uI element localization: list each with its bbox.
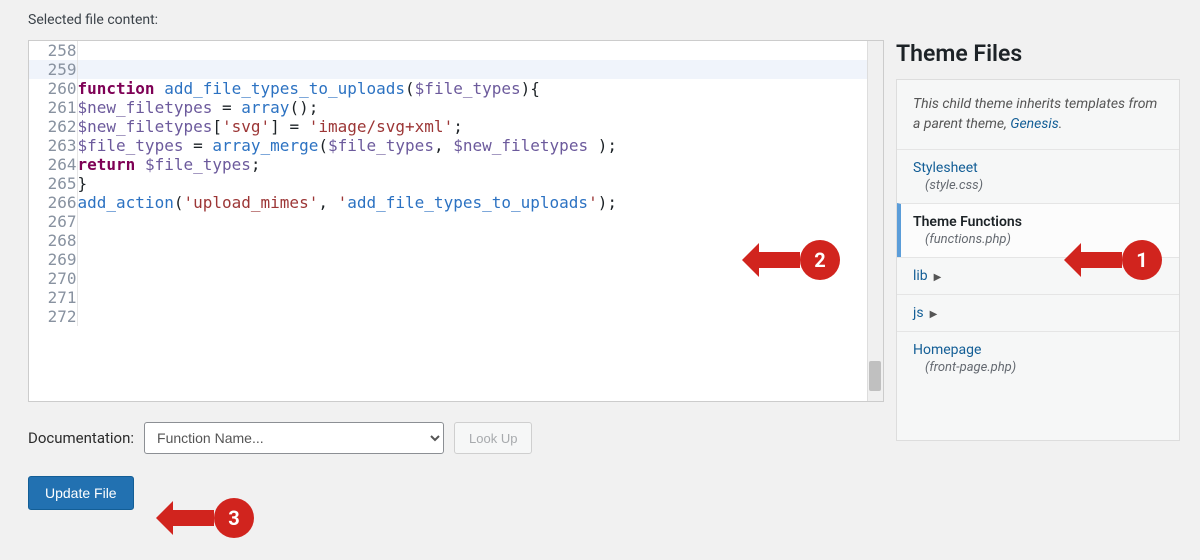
line-number: 271 [29, 288, 77, 307]
file-item-sub: (functions.php) [925, 232, 1163, 247]
code-content[interactable] [77, 231, 883, 250]
code-content[interactable]: function add_file_types_to_uploads($file… [77, 79, 883, 98]
line-number: 259 [29, 60, 77, 79]
code-line[interactable]: 269 [29, 250, 883, 269]
line-number: 270 [29, 269, 77, 288]
file-item-sub: (style.css) [925, 178, 1163, 193]
code-content[interactable]: $file_types = array_merge($file_types, $… [77, 136, 883, 155]
code-editor[interactable]: 258259260function add_file_types_to_uplo… [28, 40, 884, 402]
selected-file-label: Selected file content: [28, 12, 1180, 28]
code-content[interactable] [77, 288, 883, 307]
line-number: 272 [29, 307, 77, 326]
code-content[interactable]: $new_filetypes['svg'] = 'image/svg+xml'; [77, 117, 883, 136]
line-number: 261 [29, 98, 77, 117]
code-line[interactable]: 264return $file_types; [29, 155, 883, 174]
file-item-label: js [913, 305, 924, 321]
code-line[interactable]: 267 [29, 212, 883, 231]
code-line[interactable]: 261$new_filetypes = array(); [29, 98, 883, 117]
theme-files-heading: Theme Files [896, 40, 1180, 67]
code-line[interactable]: 262$new_filetypes['svg'] = 'image/svg+xm… [29, 117, 883, 136]
update-file-button[interactable]: Update File [28, 476, 134, 510]
theme-files-panel: This child theme inherits templates from… [896, 79, 1180, 441]
code-content[interactable] [77, 307, 883, 326]
code-line[interactable]: 268 [29, 231, 883, 250]
code-line[interactable]: 259 [29, 60, 883, 79]
code-line[interactable]: 260function add_file_types_to_uploads($f… [29, 79, 883, 98]
code-line[interactable]: 271 [29, 288, 883, 307]
code-content[interactable] [77, 212, 883, 231]
line-number: 267 [29, 212, 77, 231]
code-content[interactable] [77, 60, 883, 79]
file-item-sub: (front-page.php) [925, 360, 1163, 375]
theme-file-item[interactable]: Stylesheet (style.css) [897, 149, 1179, 203]
code-line[interactable]: 258 [29, 41, 883, 60]
code-content[interactable]: return $file_types; [77, 155, 883, 174]
line-number: 268 [29, 231, 77, 250]
documentation-label: Documentation: [28, 429, 134, 447]
file-item-label: Theme Functions [913, 214, 1022, 230]
look-up-button[interactable]: Look Up [454, 422, 532, 454]
code-line[interactable]: 265} [29, 174, 883, 193]
code-line[interactable]: 263$file_types = array_merge($file_types… [29, 136, 883, 155]
code-content[interactable] [77, 269, 883, 288]
line-number: 260 [29, 79, 77, 98]
code-lines: 258259260function add_file_types_to_uplo… [29, 41, 883, 326]
theme-file-item[interactable]: Homepage (front-page.php) [897, 331, 1179, 385]
code-content[interactable] [77, 250, 883, 269]
line-number: 264 [29, 155, 77, 174]
code-line[interactable]: 272 [29, 307, 883, 326]
theme-folder-item[interactable]: js [897, 294, 1179, 331]
code-line[interactable]: 270 [29, 269, 883, 288]
code-content[interactable]: } [77, 174, 883, 193]
theme-file-item[interactable]: Theme Functions (functions.php) [897, 203, 1179, 257]
file-item-label: Homepage [913, 342, 981, 358]
theme-folder-item[interactable]: lib [897, 257, 1179, 294]
parent-theme-link[interactable]: Genesis [1010, 116, 1058, 132]
file-item-label: lib [913, 268, 928, 284]
editor-scrollbar-thumb[interactable] [869, 361, 881, 391]
file-item-label: Stylesheet [913, 160, 978, 176]
line-number: 258 [29, 41, 77, 60]
code-content[interactable]: $new_filetypes = array(); [77, 98, 883, 117]
code-content[interactable]: add_action('upload_mimes', 'add_file_typ… [77, 193, 883, 212]
line-number: 265 [29, 174, 77, 193]
line-number: 266 [29, 193, 77, 212]
line-number: 262 [29, 117, 77, 136]
editor-and-sidebar-row: 258259260function add_file_types_to_uplo… [28, 40, 1180, 510]
line-number: 263 [29, 136, 77, 155]
theme-inherit-note: This child theme inherits templates from… [897, 80, 1179, 149]
line-number: 269 [29, 250, 77, 269]
documentation-select[interactable]: Function Name... [144, 422, 444, 454]
editor-scrollbar[interactable] [867, 41, 883, 401]
code-content[interactable] [77, 41, 883, 60]
code-line[interactable]: 266add_action('upload_mimes', 'add_file_… [29, 193, 883, 212]
